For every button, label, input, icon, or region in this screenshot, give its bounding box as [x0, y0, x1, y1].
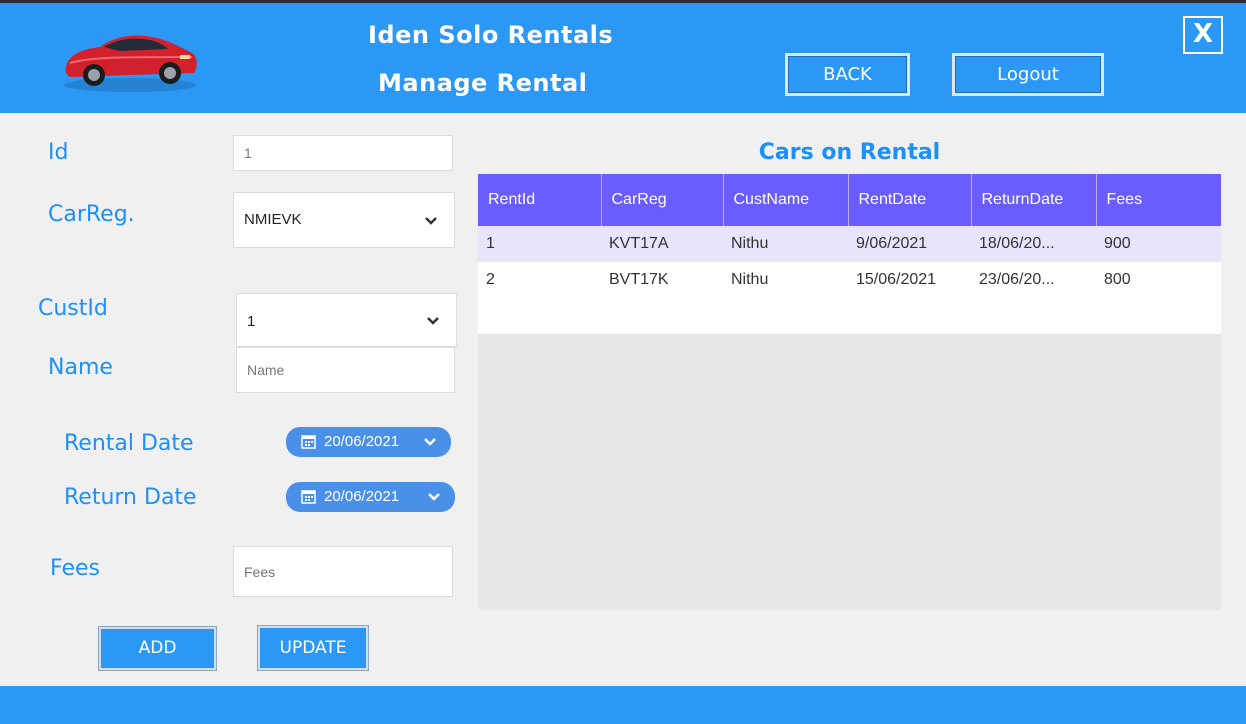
- car-logo-icon: [64, 35, 197, 92]
- return-date-value: 20/06/2021: [324, 488, 400, 505]
- column-header-carreg[interactable]: CarReg: [601, 174, 724, 226]
- table-cell: 800: [1096, 262, 1221, 298]
- rental-date-value: 20/06/2021: [324, 433, 400, 450]
- carreg-value: NMIEVK: [244, 211, 302, 228]
- carreg-select[interactable]: NMIEVK: [233, 192, 455, 248]
- table-empty-area: [478, 298, 1221, 334]
- table-cell: 2: [478, 262, 601, 298]
- chevron-down-icon: [425, 217, 437, 225]
- return-date-label: Return Date: [64, 485, 197, 510]
- back-button[interactable]: BACK: [785, 53, 910, 96]
- table-header-row: RentId CarReg CustName RentDate ReturnDa…: [478, 174, 1221, 226]
- chevron-down-icon: [424, 438, 436, 446]
- page-title: Manage Rental: [378, 69, 588, 97]
- table-cell: 23/06/20...: [971, 262, 1096, 298]
- table-cell: 18/06/20...: [971, 226, 1096, 262]
- name-input[interactable]: [236, 347, 455, 393]
- header-bar: Iden Solo Rentals Manage Rental BACK Log…: [0, 3, 1246, 113]
- column-header-returndate[interactable]: ReturnDate: [971, 174, 1097, 226]
- table-cell: 1: [478, 226, 601, 262]
- close-button[interactable]: X: [1183, 16, 1223, 54]
- chevron-down-icon: [427, 317, 439, 325]
- rental-date-label: Rental Date: [64, 431, 194, 456]
- fees-label: Fees: [50, 556, 100, 581]
- table-cell: BVT17K: [601, 262, 723, 298]
- add-button[interactable]: ADD: [99, 627, 216, 670]
- column-header-rentdate[interactable]: RentDate: [848, 174, 972, 226]
- rental-date-picker[interactable]: 20/06/2021: [286, 427, 451, 457]
- fees-input[interactable]: [233, 546, 453, 597]
- table-cell: Nithu: [723, 226, 848, 262]
- carreg-label: CarReg.: [48, 202, 135, 227]
- column-header-rentid[interactable]: RentId: [478, 174, 602, 226]
- custid-label: CustId: [38, 296, 108, 321]
- table-cell: Nithu: [723, 262, 848, 298]
- update-button[interactable]: UPDATE: [258, 626, 368, 670]
- app-title: Iden Solo Rentals: [368, 21, 614, 49]
- id-input[interactable]: [233, 135, 453, 171]
- table-cell: KVT17A: [601, 226, 723, 262]
- return-date-picker[interactable]: 20/06/2021: [286, 482, 455, 512]
- calendar-icon: [301, 435, 316, 449]
- rentals-table[interactable]: RentId CarReg CustName RentDate ReturnDa…: [478, 174, 1221, 298]
- chevron-down-icon: [428, 493, 440, 501]
- table-cell: 900: [1096, 226, 1221, 262]
- column-header-fees[interactable]: Fees: [1096, 174, 1221, 226]
- logout-button[interactable]: Logout: [952, 53, 1104, 96]
- name-label: Name: [48, 355, 113, 380]
- column-header-custname[interactable]: CustName: [723, 174, 849, 226]
- table-row[interactable]: 1 KVT17A Nithu 9/06/2021 18/06/20... 900: [478, 226, 1221, 262]
- table-cell: 15/06/2021: [848, 262, 971, 298]
- calendar-icon: [301, 490, 316, 504]
- footer-bar: [0, 686, 1246, 724]
- id-label: Id: [48, 140, 69, 165]
- grid-title: Cars on Rental: [758, 140, 941, 165]
- table-cell: 9/06/2021: [848, 226, 971, 262]
- custid-value: 1: [247, 313, 256, 330]
- custid-select[interactable]: 1: [236, 293, 457, 347]
- table-row[interactable]: 2 BVT17K Nithu 15/06/2021 23/06/20... 80…: [478, 262, 1221, 298]
